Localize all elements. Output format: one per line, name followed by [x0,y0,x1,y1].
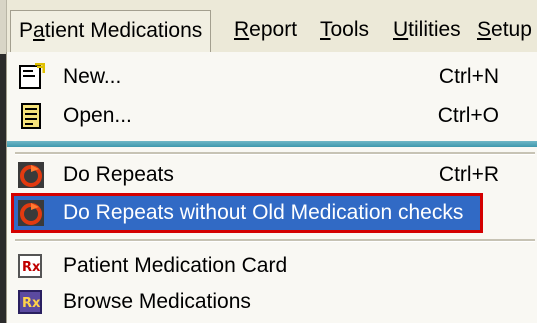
menu-utilities[interactable]: Utilities [385,10,469,52]
menu-item-new[interactable]: New... Ctrl+N [13,59,533,95]
menu-item-open[interactable]: Open... Ctrl+O [13,98,533,134]
shortcut-label: Ctrl+N [438,65,499,88]
svg-text:Rx: Rx [22,296,41,311]
menu-separator [15,152,535,155]
repeat-icon [17,161,45,189]
menu-mnemonic: R [234,18,250,41]
shortcut-label: Ctrl+O [437,104,499,127]
menu-item-label: Open... [63,104,132,127]
menu-label-part: eport [249,18,298,41]
menu-item-label: Browse Medications [63,290,251,313]
menu-item-label: Patient Medication Card [63,254,288,277]
menu-mnemonic: S [477,18,492,41]
menu-separator [15,239,535,242]
menu-item-label: New... [63,65,122,88]
menu-section-divider [7,141,537,147]
menu-label-part: ools [330,18,370,41]
menu-item-do-repeats[interactable]: Do Repeats Ctrl+R [13,157,533,193]
menu-mnemonic: U [393,18,409,41]
menu-tools[interactable]: Tools [312,10,377,52]
menu-setup[interactable]: Setup [469,10,537,52]
menu-item-patient-medication-card[interactable]: Rx Patient Medication Card [13,248,533,284]
menu-label-part: tient Medications [44,19,203,42]
menubar-grip [0,0,7,54]
menu-label-part: tilities [408,18,461,41]
menu-mnemonic: T [320,18,331,41]
svg-text:Rx: Rx [22,260,41,275]
menu-item-do-repeats-without-checks[interactable]: Do Repeats without Old Medication checks [11,193,483,233]
menu-bar: Patient Medications Report Tools Utiliti… [0,0,537,55]
new-document-icon [17,62,46,91]
open-document-icon [17,102,45,130]
menu-report[interactable]: Report [226,10,305,52]
menu-item-label: Do Repeats [63,163,174,186]
menu-item-browse-medications[interactable]: Rx Browse Medications [13,284,533,320]
menu-patient-medications[interactable]: Patient Medications [10,10,212,52]
menu-label-part: etup [491,18,532,41]
menu-label-part: P [19,19,34,42]
browse-rx-icon: Rx [17,288,45,316]
menu-item-label: Do Repeats without Old Medication checks [63,201,464,224]
patient-medications-dropdown: New... Ctrl+N Open... Ctrl+O Do Repeats … [6,52,537,323]
shortcut-label: Ctrl+R [438,163,499,186]
menu-mnemonic: a [33,19,45,42]
rx-card-icon: Rx [17,252,45,280]
repeat-icon [17,199,45,227]
